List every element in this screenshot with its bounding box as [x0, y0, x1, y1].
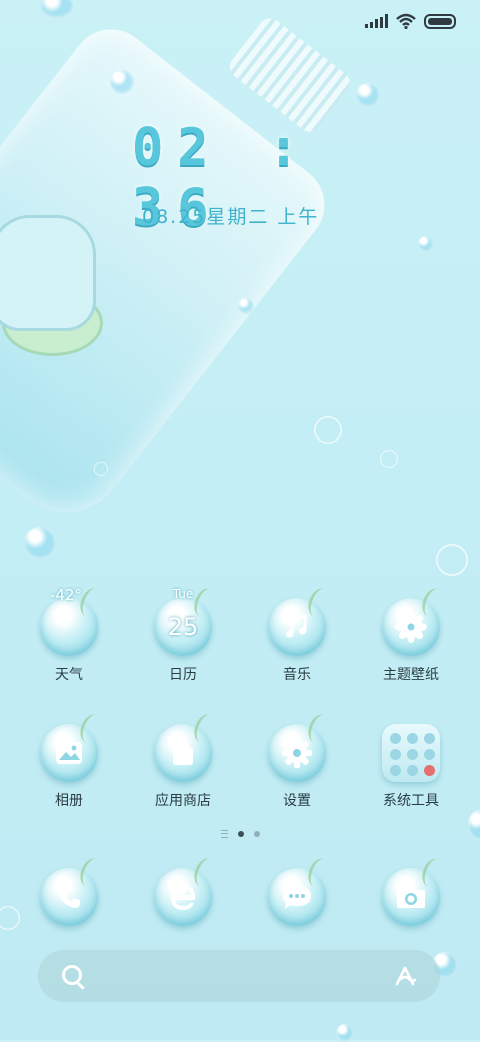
bubble-decoration [94, 462, 108, 476]
page-dot[interactable] [253, 831, 260, 837]
app-themes[interactable]: 主题壁纸 [356, 598, 466, 684]
page-dot-active[interactable] [237, 831, 244, 837]
dock-browser[interactable] [128, 868, 238, 926]
bubble-decoration [418, 236, 434, 252]
bubble-decoration [356, 83, 380, 107]
assistant-icon[interactable] [394, 964, 418, 988]
app-label: 天气 [55, 667, 83, 683]
phone-icon [40, 868, 98, 926]
status-bar [365, 12, 456, 30]
bubble-decoration [110, 70, 134, 94]
bubble-decoration [40, 0, 74, 18]
app-label: 日历 [169, 667, 197, 683]
app-label: 相册 [55, 793, 83, 809]
search-icon[interactable] [62, 965, 82, 985]
wifi-icon [396, 13, 416, 29]
app-calendar[interactable]: Tue 25 日历 [128, 587, 238, 684]
battery-icon [424, 13, 456, 29]
app-label: 设置 [283, 793, 311, 809]
cat-illustration [0, 215, 96, 331]
bubble-decoration [336, 1024, 354, 1042]
calendar-weekday: Tue [172, 587, 194, 601]
dock-messages[interactable] [242, 868, 352, 926]
search-bar[interactable] [38, 950, 440, 1002]
calendar-icon: Tue 25 [154, 587, 212, 656]
signal-icon [365, 14, 388, 28]
app-settings[interactable]: 设置 [242, 724, 352, 810]
browser-icon [154, 868, 212, 926]
weather-icon: -42° [40, 586, 98, 656]
message-icon [268, 868, 326, 926]
image-icon [40, 724, 98, 782]
bubble-decoration [24, 527, 56, 559]
app-weather[interactable]: -42° 天气 [14, 586, 124, 684]
bubble-decoration [314, 416, 342, 444]
clock-date: 08.25星期二 上午 [142, 206, 320, 228]
app-label: 主题壁纸 [383, 667, 439, 683]
dock-camera[interactable] [356, 868, 466, 926]
app-appstore[interactable]: 应用商店 [128, 724, 238, 810]
app-label: 音乐 [283, 667, 311, 683]
folder-icon [382, 724, 440, 782]
shopping-bag-icon [154, 724, 212, 782]
page-indicator-menu[interactable] [220, 830, 228, 838]
camera-icon [382, 868, 440, 926]
weather-temp: -42° [50, 586, 82, 604]
bubble-decoration [238, 298, 254, 314]
bubble-decoration [436, 544, 468, 576]
dock-phone[interactable] [14, 868, 124, 926]
calendar-date-number: 25 [167, 613, 199, 641]
page-indicator[interactable] [0, 830, 480, 838]
flower-icon [382, 598, 440, 656]
app-music[interactable]: 音乐 [242, 598, 352, 684]
gear-icon [268, 724, 326, 782]
app-label: 系统工具 [383, 793, 439, 809]
bubble-decoration [380, 450, 398, 468]
app-label: 应用商店 [155, 793, 211, 809]
app-systools-folder[interactable]: 系统工具 [356, 724, 466, 810]
music-note-icon [268, 598, 326, 656]
app-gallery[interactable]: 相册 [14, 724, 124, 810]
